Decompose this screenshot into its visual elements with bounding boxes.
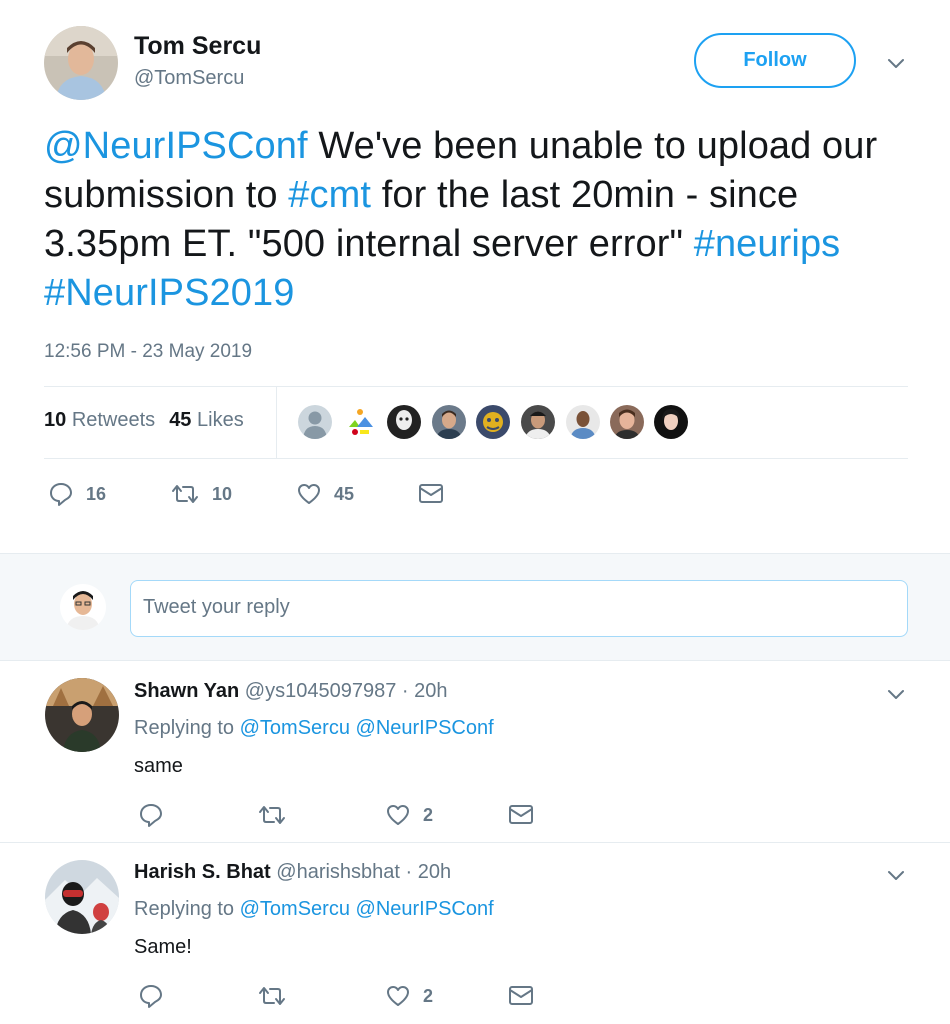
reply-action[interactable]: 16 xyxy=(48,481,106,507)
reply-time[interactable]: · 20h xyxy=(402,680,448,702)
liker-avatar[interactable] xyxy=(385,403,423,441)
likes-stat[interactable]: 45 Likes xyxy=(169,409,244,431)
like-action[interactable]: 45 xyxy=(296,481,354,507)
retweet-count: 10 xyxy=(212,483,233,504)
retweet-icon xyxy=(257,802,287,828)
reply-count: 16 xyxy=(86,483,107,504)
retweets-label: Retweets xyxy=(71,409,156,431)
envelope-icon xyxy=(507,802,535,828)
liker-avatar[interactable] xyxy=(608,403,646,441)
follow-button[interactable]: Follow xyxy=(694,33,856,88)
reply-icon xyxy=(48,481,74,507)
tweet-timestamp[interactable]: 12:56 PM - 23 May 2019 xyxy=(44,341,252,363)
like-count: 2 xyxy=(423,985,434,1006)
divider xyxy=(44,386,908,387)
reply-action[interactable] xyxy=(138,983,164,1009)
retweet-icon xyxy=(170,481,200,507)
heart-icon xyxy=(296,481,322,507)
reply-composer: Tweet your reply xyxy=(0,553,950,661)
reply-time[interactable]: · 20h xyxy=(406,861,452,883)
replying-label: Replying to xyxy=(134,717,235,739)
author-handle[interactable]: @TomSercu xyxy=(134,67,244,90)
reply-author-handle[interactable]: @harishsbhat xyxy=(276,861,400,883)
chevron-down-icon[interactable] xyxy=(884,682,908,706)
engagement-stats: 10 Retweets 45 Likes xyxy=(44,409,244,432)
main-tweet: Tom Sercu @TomSercu Follow @NeurIPSConf … xyxy=(0,0,950,553)
like-count: 45 xyxy=(334,483,355,504)
replying-to: Replying to @TomSercu @NeurIPSConf xyxy=(134,717,494,740)
reply-input[interactable]: Tweet your reply xyxy=(130,580,908,637)
retweets-stat[interactable]: 10 Retweets xyxy=(44,409,155,431)
liker-avatar[interactable] xyxy=(652,403,690,441)
hashtag-link[interactable]: #NeurIPS2019 xyxy=(44,272,294,314)
reply-icon xyxy=(138,802,164,828)
heart-icon xyxy=(385,802,411,828)
reply-author-handle[interactable]: @ys1045097987 xyxy=(245,680,397,702)
chevron-down-icon[interactable] xyxy=(884,51,908,75)
retweet-action[interactable] xyxy=(257,802,287,828)
retweet-icon xyxy=(257,983,287,1009)
hashtag-link[interactable]: #cmt xyxy=(288,174,371,216)
replying-label: Replying to xyxy=(134,898,235,920)
liker-avatar[interactable] xyxy=(296,403,334,441)
reply-text: Same! xyxy=(134,936,192,958)
replying-to-handles[interactable]: @TomSercu @NeurIPSConf xyxy=(240,717,494,739)
replying-to: Replying to @TomSercu @NeurIPSConf xyxy=(134,898,494,921)
reply-icon xyxy=(138,983,164,1009)
chevron-down-icon[interactable] xyxy=(884,863,908,887)
retweet-action[interactable] xyxy=(257,983,287,1009)
hashtag-link[interactable]: #neurips xyxy=(694,223,841,265)
replying-to-handles[interactable]: @TomSercu @NeurIPSConf xyxy=(240,898,494,920)
direct-message-action[interactable] xyxy=(507,802,535,828)
mention-link[interactable]: @NeurIPSConf xyxy=(44,125,308,167)
likes-count: 45 xyxy=(169,409,192,431)
liker-avatar[interactable] xyxy=(430,403,468,441)
author-name[interactable]: Tom Sercu xyxy=(134,32,261,61)
direct-message-action[interactable] xyxy=(507,983,535,1009)
retweets-count: 10 xyxy=(44,409,67,431)
reply-author-name[interactable]: Harish S. Bhat xyxy=(134,861,271,883)
reply-author-avatar[interactable] xyxy=(45,678,119,752)
likes-label: Likes xyxy=(197,409,244,431)
liker-avatar[interactable] xyxy=(474,403,512,441)
reply-header: Shawn Yan @ys1045097987 · 20h xyxy=(134,680,448,703)
reply-text: same xyxy=(134,755,183,777)
like-action[interactable]: 2 xyxy=(385,983,433,1009)
reply-author-name[interactable]: Shawn Yan xyxy=(134,680,239,702)
divider xyxy=(44,458,908,459)
stats-separator xyxy=(276,387,277,458)
envelope-icon xyxy=(507,983,535,1009)
like-count: 2 xyxy=(423,804,434,825)
direct-message-action[interactable] xyxy=(417,481,445,507)
liker-avatar[interactable] xyxy=(564,403,602,441)
current-user-avatar xyxy=(60,584,106,630)
liker-avatar[interactable] xyxy=(519,403,557,441)
envelope-icon xyxy=(417,481,445,507)
reply-author-avatar[interactable] xyxy=(45,860,119,934)
reply-header: Harish S. Bhat @harishsbhat · 20h xyxy=(134,861,451,884)
reply-action[interactable] xyxy=(138,802,164,828)
author-avatar[interactable] xyxy=(44,26,118,100)
tweet-text: @NeurIPSConf We've been unable to upload… xyxy=(44,122,914,318)
reply-tweet[interactable]: Shawn Yan @ys1045097987 · 20h Replying t… xyxy=(0,662,950,842)
heart-icon xyxy=(385,983,411,1009)
liker-avatar[interactable] xyxy=(341,403,379,441)
retweet-action[interactable]: 10 xyxy=(170,481,232,507)
reply-tweet[interactable]: Harish S. Bhat @harishsbhat · 20h Replyi… xyxy=(0,843,950,1024)
like-action[interactable]: 2 xyxy=(385,802,433,828)
